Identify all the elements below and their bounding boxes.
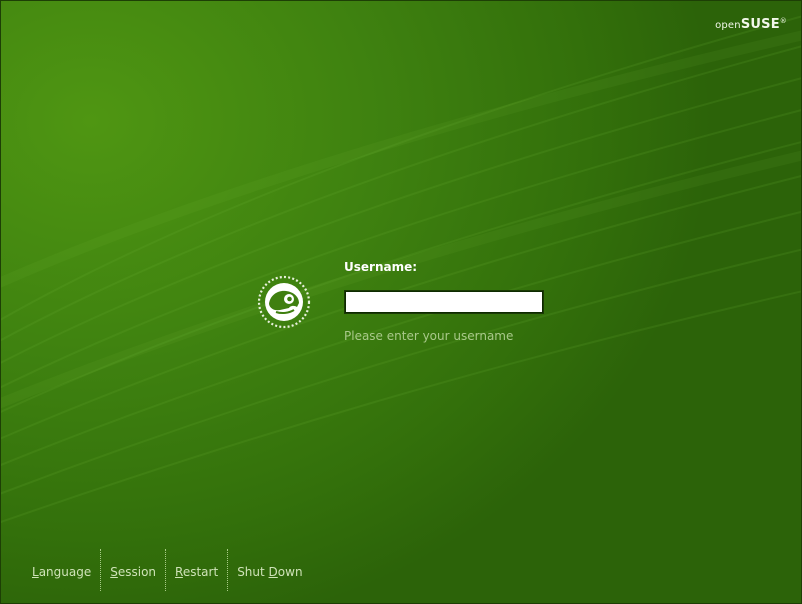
brand-prefix: open — [715, 20, 741, 31]
shutdown-button[interactable]: Shut Down — [228, 549, 311, 591]
footer-toolbar: Language Session Restart Shut Down — [23, 549, 312, 591]
restart-button[interactable]: Restart — [166, 549, 227, 591]
username-input[interactable] — [344, 290, 544, 314]
language-accel: L — [32, 565, 39, 579]
restart-accel: R — [175, 565, 183, 579]
shutdown-accel: D — [268, 565, 278, 579]
username-label: Username: — [344, 260, 418, 274]
shutdown-label: own — [277, 565, 303, 579]
session-accel: S — [110, 565, 118, 579]
language-button[interactable]: Language — [23, 549, 100, 591]
language-label: anguage — [38, 565, 92, 579]
opensuse-chameleon-icon — [257, 275, 311, 329]
brand-mark: ® — [779, 17, 787, 25]
brand-name: SUSE — [740, 17, 780, 32]
username-hint: Please enter your username — [344, 329, 514, 343]
restart-label: estart — [182, 565, 219, 579]
login-screen: openSUSE® Username: Please enter your us… — [0, 0, 802, 604]
session-label: ession — [117, 565, 157, 579]
session-button[interactable]: Session — [101, 549, 165, 591]
opensuse-brand: openSUSE® — [715, 17, 787, 32]
shutdown-prefix: Shut — [237, 565, 269, 579]
